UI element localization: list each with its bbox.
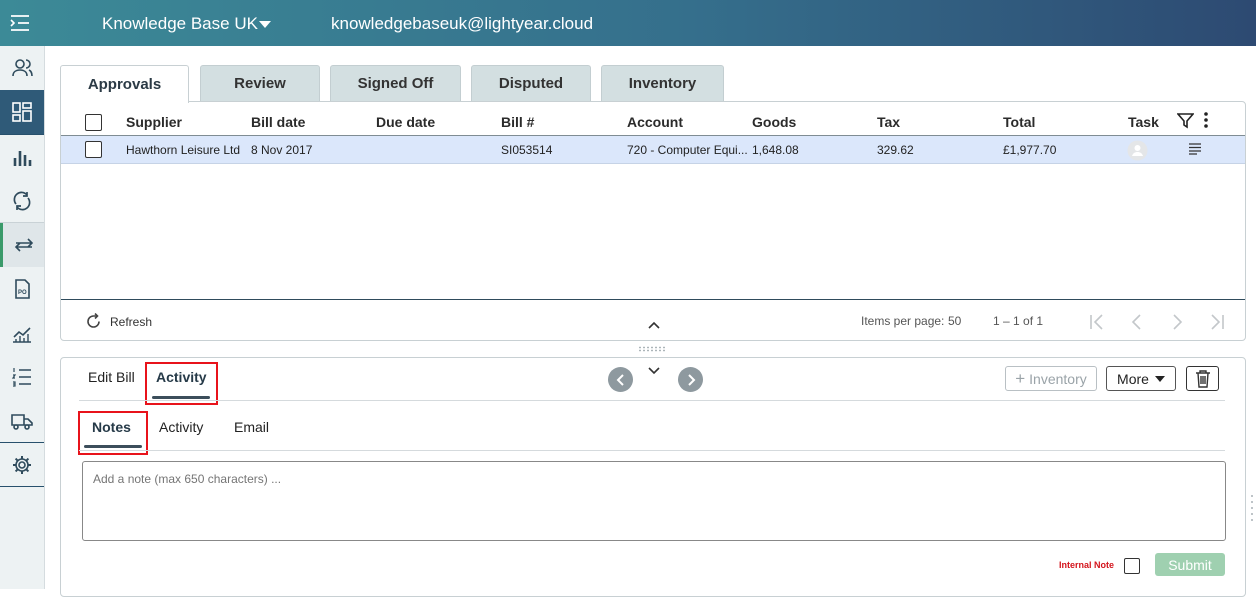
sync-icon — [13, 191, 31, 211]
column-header-bill-number[interactable]: Bill # — [501, 114, 534, 130]
resize-handle-icon[interactable] — [1250, 494, 1254, 524]
tab-disputed[interactable]: Disputed — [471, 65, 591, 101]
sidebar-item-dashboard[interactable] — [0, 90, 44, 134]
sidebar-item-reports[interactable] — [0, 135, 44, 179]
resize-handle-icon[interactable] — [638, 346, 668, 352]
cell-goods: 1,648.08 — [752, 143, 799, 157]
note-input[interactable] — [82, 461, 1226, 541]
numbered-list-icon — [11, 368, 31, 387]
settings-gear-icon — [13, 456, 31, 474]
tab-review[interactable]: Review — [200, 65, 320, 101]
top-bar: Knowledge Base UK knowledgebaseuk@lighty… — [0, 0, 1256, 46]
column-header-goods[interactable]: Goods — [752, 114, 796, 130]
avatar-icon[interactable] — [1127, 140, 1148, 161]
select-all-checkbox[interactable] — [85, 114, 102, 131]
chevron-right-icon — [687, 373, 695, 386]
internal-note-label: Internal Note — [1059, 560, 1115, 570]
cell-tax: 329.62 — [877, 143, 914, 157]
column-header-supplier[interactable]: Supplier — [126, 114, 182, 130]
dashboard-icon — [12, 102, 32, 122]
po-label: PO — [18, 290, 27, 296]
cell-bill-date: 8 Nov 2017 — [251, 143, 313, 157]
cell-supplier: Hawthorn Leisure Ltd — [126, 143, 241, 157]
last-page-icon[interactable] — [1207, 312, 1227, 332]
po-document-icon: PO — [15, 279, 30, 299]
caret-down-icon[interactable] — [259, 21, 271, 28]
internal-note-checkbox[interactable] — [1124, 558, 1140, 574]
items-per-page-label: Items per page: — [861, 314, 945, 328]
organisation-name[interactable]: Knowledge Base UK — [102, 14, 258, 34]
highlight-box — [78, 411, 148, 455]
filter-icon[interactable] — [1177, 112, 1194, 129]
submit-button[interactable]: Submit — [1155, 553, 1225, 576]
menu-collapse-icon[interactable] — [9, 13, 31, 33]
user-email: knowledgebaseuk@lightyear.cloud — [331, 14, 594, 33]
delete-button[interactable] — [1186, 366, 1219, 391]
truck-icon — [11, 414, 33, 430]
trash-icon — [1195, 369, 1210, 388]
sidebar: PO — [0, 46, 45, 589]
bills-grid: Supplier Bill date Due date Bill # Accou… — [60, 101, 1246, 341]
first-page-icon[interactable] — [1087, 312, 1107, 332]
row-checkbox[interactable] — [85, 141, 102, 158]
more-button[interactable]: More — [1106, 366, 1176, 391]
tab-inventory[interactable]: Inventory — [601, 65, 724, 101]
column-header-due-date[interactable]: Due date — [376, 114, 435, 130]
table-row[interactable]: Hawthorn Leisure Ltd 8 Nov 2017 SI053514… — [61, 136, 1245, 164]
sidebar-item-purchase-orders[interactable]: PO — [0, 267, 44, 311]
tab-edit-bill[interactable]: Edit Bill — [88, 369, 135, 385]
column-header-total[interactable]: Total — [1003, 114, 1035, 130]
task-lines-icon[interactable] — [1188, 143, 1202, 155]
sidebar-item-bills[interactable] — [0, 223, 44, 267]
subtab-divider — [79, 450, 1225, 451]
next-bill-button[interactable] — [678, 367, 703, 392]
page-range: 1 – 1 of 1 — [993, 314, 1044, 328]
inventory-button-label: Inventory — [1029, 370, 1087, 387]
more-button-label: More — [1117, 370, 1149, 387]
highlight-box — [145, 362, 218, 405]
sidebar-item-settings[interactable] — [0, 443, 44, 487]
sidebar-item-contacts[interactable] — [0, 46, 44, 90]
chevron-up-icon[interactable] — [647, 320, 661, 330]
users-icon — [12, 59, 33, 77]
inventory-button[interactable]: + Inventory — [1005, 366, 1097, 391]
subtab-activity[interactable]: Activity — [159, 419, 203, 435]
tab-signed-off[interactable]: Signed Off — [330, 65, 461, 101]
column-header-tax[interactable]: Tax — [877, 114, 900, 130]
transfer-arrows-icon — [14, 238, 33, 252]
next-page-icon[interactable] — [1167, 312, 1187, 332]
items-per-page-select[interactable]: 50 — [948, 314, 961, 328]
refresh-button[interactable]: Refresh — [85, 313, 152, 330]
bar-chart-icon — [13, 151, 32, 166]
cell-account: 720 - Computer Equi... — [627, 143, 748, 157]
plus-icon: + — [1015, 369, 1026, 388]
more-vertical-icon[interactable] — [1202, 111, 1210, 129]
refresh-icon — [87, 313, 100, 328]
column-header-task[interactable]: Task — [1128, 114, 1159, 130]
refresh-label: Refresh — [110, 314, 153, 329]
sidebar-item-analytics[interactable] — [0, 311, 44, 355]
column-header-bill-date[interactable]: Bill date — [251, 114, 305, 130]
chevron-left-icon — [616, 373, 624, 386]
caret-down-icon — [1154, 375, 1165, 382]
tab-approvals[interactable]: Approvals — [60, 65, 189, 103]
previous-bill-button[interactable] — [608, 367, 633, 392]
sidebar-item-deliveries[interactable] — [0, 399, 44, 443]
grid-header: Supplier Bill date Due date Bill # Accou… — [61, 102, 1245, 136]
sidebar-item-sync[interactable] — [0, 179, 44, 223]
subtab-email[interactable]: Email — [234, 419, 269, 435]
column-header-account[interactable]: Account — [627, 114, 683, 130]
sidebar-item-lists[interactable] — [0, 355, 44, 399]
sidebar-divider — [0, 486, 44, 487]
grid-footer-divider — [61, 299, 1245, 300]
chevron-down-icon[interactable] — [647, 366, 661, 376]
bill-detail-panel: Edit Bill Activity + Inventory More Note… — [60, 357, 1246, 597]
analytics-icon — [13, 327, 31, 343]
detail-divider — [79, 400, 1225, 401]
previous-page-icon[interactable] — [1127, 312, 1147, 332]
cell-total: £1,977.70 — [1003, 143, 1057, 157]
cell-bill-number: SI053514 — [501, 143, 553, 157]
